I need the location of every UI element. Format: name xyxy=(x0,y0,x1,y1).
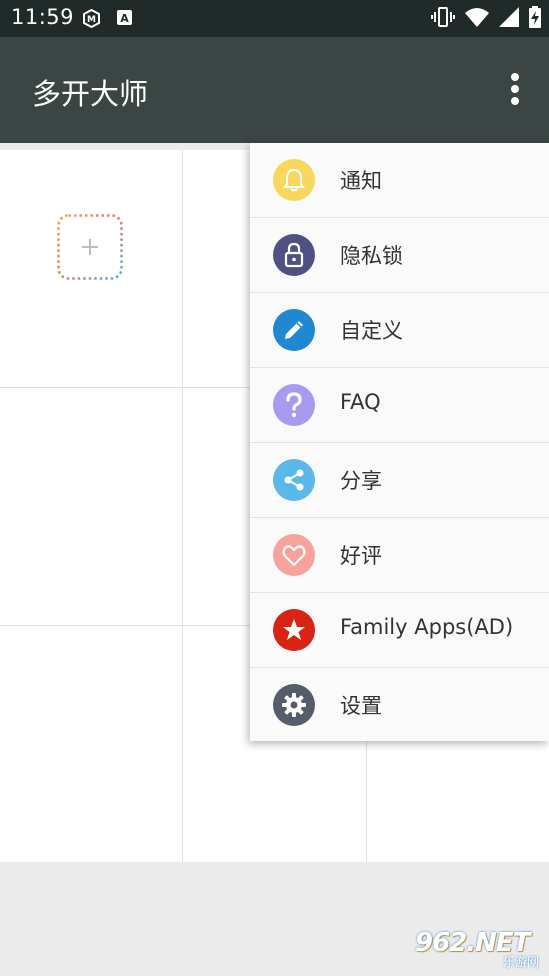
lock-icon xyxy=(273,234,315,276)
menu-item-notifications[interactable]: 通知 xyxy=(250,143,549,218)
watermark-sub: 乐游网 xyxy=(502,955,539,969)
more-vertical-icon xyxy=(511,73,519,105)
menu-item-share[interactable]: 分享 xyxy=(250,443,549,518)
share-icon xyxy=(273,459,315,501)
svg-text:A: A xyxy=(120,12,129,25)
gear-icon xyxy=(273,684,315,726)
app-bar: 多开大师 xyxy=(0,37,549,143)
menu-item-label: 好评 xyxy=(340,544,382,568)
m-badge-icon: M xyxy=(82,8,101,29)
battery-charging-icon xyxy=(529,6,541,32)
menu-item-label: 设置 xyxy=(340,694,382,718)
question-icon xyxy=(273,384,315,426)
heart-icon xyxy=(273,534,315,576)
menu-item-label: Family Apps(AD) xyxy=(340,615,514,639)
menu-item-rate[interactable]: 好评 xyxy=(250,518,549,593)
overflow-popup-menu: 通知 隐私锁 自定义 FAQ 分享 好评 Family Apps(AD) 设置 xyxy=(250,143,549,741)
status-time: 11:59 xyxy=(11,5,75,29)
signal-icon xyxy=(499,7,519,31)
add-app-button[interactable] xyxy=(57,214,123,280)
pencil-icon xyxy=(273,309,315,351)
overflow-menu-button[interactable] xyxy=(495,69,535,113)
star-icon xyxy=(273,609,315,651)
menu-item-label: FAQ xyxy=(340,390,381,414)
status-bar: 11:59 M A xyxy=(0,0,549,37)
menu-item-family-apps[interactable]: Family Apps(AD) xyxy=(250,593,549,668)
bell-icon xyxy=(273,159,315,201)
menu-item-customize[interactable]: 自定义 xyxy=(250,293,549,368)
system-status-icons xyxy=(431,6,541,32)
watermark-logo: 962.NET 乐游网 xyxy=(409,928,543,972)
a-badge-icon: A xyxy=(116,9,135,28)
menu-item-label: 自定义 xyxy=(340,319,403,343)
plus-icon xyxy=(57,214,123,280)
menu-item-privacy-lock[interactable]: 隐私锁 xyxy=(250,218,549,293)
menu-item-settings[interactable]: 设置 xyxy=(250,668,549,742)
wifi-icon xyxy=(465,7,489,31)
menu-item-label: 通知 xyxy=(340,169,382,193)
menu-item-faq[interactable]: FAQ xyxy=(250,368,549,443)
grid-divider xyxy=(182,150,183,862)
svg-text:M: M xyxy=(87,15,96,25)
menu-item-label: 隐私锁 xyxy=(340,244,403,268)
menu-item-label: 分享 xyxy=(340,469,382,493)
vibrate-icon xyxy=(431,6,455,32)
app-title: 多开大师 xyxy=(32,77,149,111)
